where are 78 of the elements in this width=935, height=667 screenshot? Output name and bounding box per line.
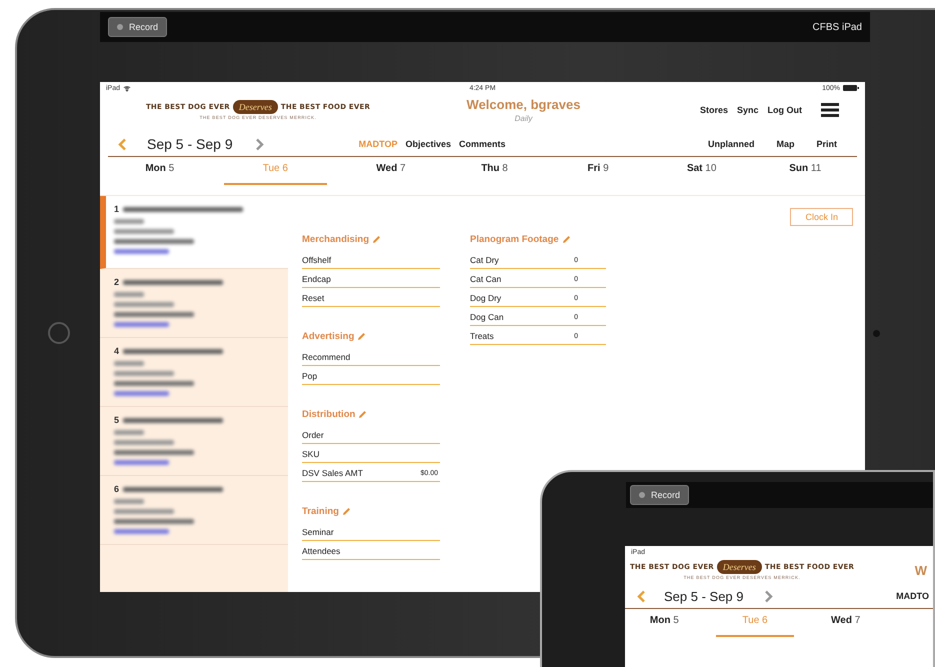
pencil-icon[interactable]	[342, 507, 351, 516]
blurred-link	[114, 322, 169, 327]
blurred-text	[114, 440, 174, 445]
record-button[interactable]: Record	[108, 17, 168, 37]
day-tab[interactable]: Fri 9	[546, 157, 650, 185]
blurred-text	[114, 292, 144, 297]
toolbar-link[interactable]: Unplanned	[708, 139, 754, 149]
store-item[interactable]: 1	[100, 196, 288, 269]
input-field[interactable]: Offshelf	[302, 253, 440, 269]
menu-icon[interactable]	[821, 103, 839, 117]
blurred-link	[114, 391, 169, 396]
input-field[interactable]: SKU	[302, 447, 440, 463]
input-field[interactable]: Order	[302, 428, 440, 444]
tab[interactable]: Objectives	[405, 139, 451, 149]
day-tab[interactable]: Mon 5	[108, 157, 212, 185]
chevron-right-icon[interactable]	[764, 590, 772, 602]
tab[interactable]: Comments	[459, 139, 506, 149]
section-title: Training	[302, 506, 339, 517]
day-tab[interactable]: Sun 11	[753, 157, 858, 185]
blurred-link	[114, 249, 169, 254]
pencil-icon[interactable]	[358, 410, 368, 419]
blurred-text	[114, 509, 174, 514]
store-item[interactable]: 2	[100, 269, 288, 338]
section-title: Merchandising	[302, 234, 370, 245]
blurred-text	[114, 229, 174, 234]
camera-dot	[873, 330, 880, 336]
pencil-icon[interactable]	[357, 332, 366, 341]
view-subtitle: Daily	[514, 114, 532, 123]
blurred-text	[114, 371, 174, 376]
blurred-text	[114, 499, 144, 504]
section-title: Distribution	[302, 409, 356, 420]
input-field[interactable]: Recommend	[302, 350, 440, 366]
pencil-icon[interactable]	[562, 235, 571, 244]
store-number: 4	[114, 346, 120, 356]
chevron-left-icon[interactable]	[118, 138, 127, 150]
blurred-text	[114, 219, 144, 224]
store-number: 6	[114, 484, 120, 494]
store-item[interactable]: 5	[100, 407, 288, 476]
store-item[interactable]: 6	[100, 476, 288, 545]
section-title: Advertising	[302, 331, 354, 342]
chevron-left-icon[interactable]	[637, 590, 646, 602]
tab[interactable]: MADTO	[896, 591, 929, 601]
toolbar-link[interactable]: Map	[776, 139, 794, 149]
day-tab[interactable]: Mon 5	[625, 609, 704, 637]
store-number: 2	[114, 277, 120, 287]
store-item[interactable]: 4	[100, 338, 288, 407]
toolbar-link[interactable]: Print	[816, 139, 837, 149]
blurred-text	[114, 302, 174, 307]
welcome-title: Welcome, bgraves	[466, 97, 580, 112]
input-field[interactable]: Pop	[302, 369, 440, 385]
device-name: CFBS iPad	[812, 22, 862, 32]
input-field[interactable]: Seminar	[302, 525, 440, 541]
header-link[interactable]: Sync	[736, 105, 758, 115]
week-range: Sep 5 - Sep 9	[147, 136, 233, 152]
wifi-icon	[123, 84, 132, 92]
store-number: 5	[114, 415, 120, 425]
section-title: Planogram Footage	[470, 234, 559, 245]
header-link[interactable]: Stores	[700, 105, 728, 115]
week-range: Sep 5 - Sep 9	[664, 588, 744, 604]
blurred-link	[114, 460, 169, 465]
input-field[interactable]: Endcap	[302, 272, 440, 288]
blurred-text	[114, 430, 144, 435]
store-number: 1	[114, 204, 120, 214]
input-field[interactable]: Reset	[302, 291, 440, 307]
record-button[interactable]: Record	[630, 485, 690, 505]
header-link[interactable]: Log Out	[768, 105, 802, 115]
battery-icon	[842, 85, 859, 91]
chevron-right-icon[interactable]	[254, 138, 264, 150]
blurred-text	[114, 361, 144, 366]
day-tab[interactable]: Wed 7	[339, 157, 443, 185]
blurred-link	[114, 529, 169, 534]
day-tab[interactable]: Sat 10	[650, 157, 754, 185]
day-tab[interactable]: Wed 7	[806, 609, 886, 637]
home-button[interactable]	[48, 322, 70, 344]
welcome-title: W	[914, 562, 928, 578]
input-field[interactable]: Attendees	[302, 544, 440, 560]
pencil-icon[interactable]	[372, 235, 382, 244]
day-tab[interactable]: Thu 8	[442, 157, 546, 185]
